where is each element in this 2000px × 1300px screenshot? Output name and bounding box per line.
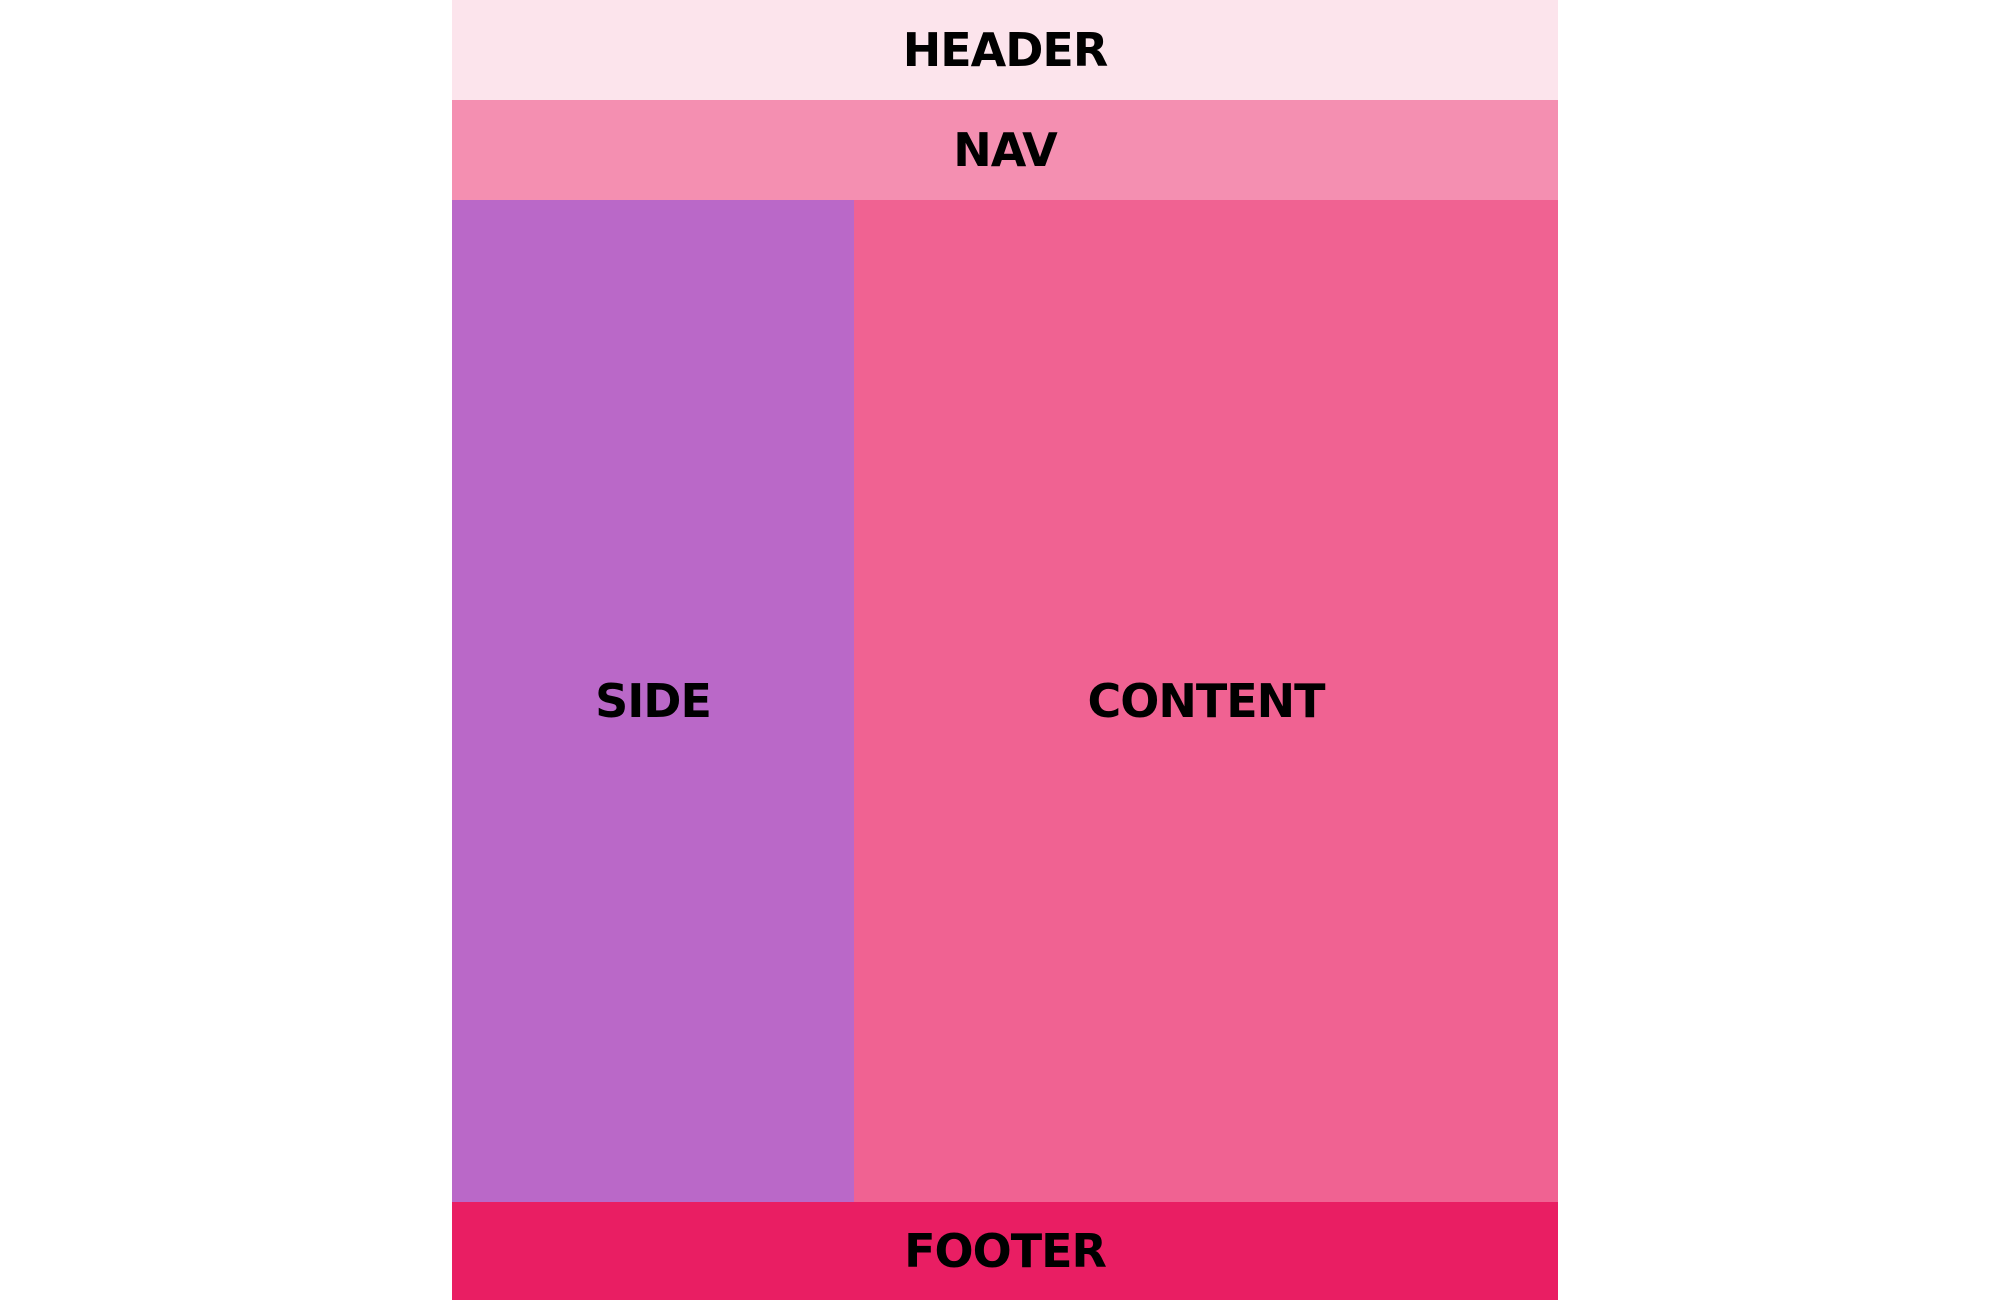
side-label: SIDE xyxy=(595,674,712,728)
header-label: HEADER xyxy=(902,23,1109,77)
side-region: SIDE xyxy=(452,200,854,1202)
header-region: HEADER xyxy=(452,0,1558,100)
nav-region: NAV xyxy=(452,100,1558,200)
content-label: CONTENT xyxy=(1087,674,1325,728)
footer-label: FOOTER xyxy=(904,1224,1107,1278)
footer-region: FOOTER xyxy=(452,1202,1558,1300)
nav-label: NAV xyxy=(953,123,1058,177)
content-region: CONTENT xyxy=(854,200,1558,1202)
page-layout: HEADER NAV SIDE CONTENT FOOTER xyxy=(452,0,1558,1300)
